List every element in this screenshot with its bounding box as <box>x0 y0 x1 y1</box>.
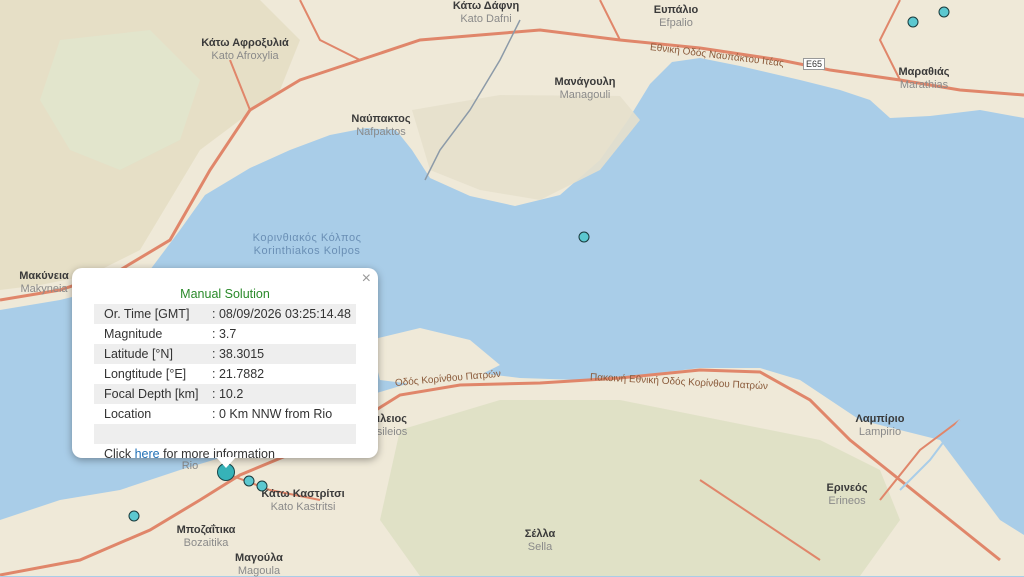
place-label-korinthiakos: Κορινθιακός Κόλπος Korinthiakos Kolpos <box>253 232 362 257</box>
earthquake-marker[interactable] <box>907 16 919 28</box>
place-name-greek: Ναύπακτος <box>351 113 411 125</box>
row-value-latitude: : 38.3015 <box>212 344 356 364</box>
place-name-greek: Μποζαΐτικα <box>176 524 236 536</box>
row-value-depth: : 10.2 <box>212 384 356 404</box>
earthquake-marker[interactable] <box>938 6 950 18</box>
place-name-greek: Κάτω Δάφνη <box>452 0 520 12</box>
table-row: Longtitude [°E] : 21.7882 <box>94 364 356 384</box>
place-name-greek: Κορινθιακός Κόλπος <box>252 232 362 244</box>
place-name-latin: Sella <box>527 540 553 553</box>
place-name-greek: Ευπάλιο <box>653 4 699 16</box>
row-key-longitude: Longtitude [°E] <box>104 366 187 381</box>
more-info-link[interactable]: here <box>135 447 160 461</box>
place-label-makyneia: Μακύνεια Makyneia <box>19 270 69 295</box>
place-label-lampirio: Λαμπίριο Lampirio <box>856 413 905 438</box>
place-name-latin: Lampirio <box>858 425 902 438</box>
footer-prefix: Click <box>104 446 135 461</box>
place-name-latin: Kato Afroxylia <box>211 49 279 62</box>
row-key-spacer <box>94 424 212 444</box>
table-row: Or. Time [GMT]: 08/09/2026 03:25:14.48 <box>94 304 356 324</box>
place-name-latin: Nafpaktos <box>356 125 406 138</box>
table-row: Focal Depth [km]: 10.2 <box>94 384 356 404</box>
earthquake-marker[interactable] <box>243 475 255 487</box>
place-name-latin: Erineos <box>828 494 866 507</box>
row-key-time: Or. Time [GMT] <box>94 304 212 324</box>
earthquake-marker[interactable] <box>578 231 590 243</box>
place-name-latin: Efpalio <box>659 16 693 29</box>
place-name-greek: Σέλλα <box>524 528 556 540</box>
place-label-vasileios-partial: ιλειος sileios <box>377 413 408 438</box>
place-label-kato-kastritsi: Κάτω Καστρίτσι Kato Kastritsi <box>261 488 344 513</box>
place-name-latin: Kato Kastritsi <box>270 500 336 513</box>
place-label-kato-dafni: Κάτω Δάφνη Kato Dafni <box>453 0 519 25</box>
place-name-latin: Bozaitika <box>183 536 229 549</box>
place-label-erineos: Ερινεός Erineos <box>827 482 868 507</box>
place-name-greek: Μανάγουλη <box>554 76 616 88</box>
row-value-longitude: : 21.7882 <box>212 366 265 381</box>
table-row: Latitude [°N]: 38.3015 <box>94 344 356 364</box>
place-label-managouli: Μανάγουλη Managouli <box>555 76 616 101</box>
place-name-latin: sileios <box>376 425 408 438</box>
earthquake-info-table: Manual Solution Or. Time [GMT]: 08/09/20… <box>94 284 356 464</box>
table-row <box>94 424 356 444</box>
table-row: Magnitude : 3.7 <box>94 324 356 344</box>
place-label-sella: Σέλλα Sella <box>525 528 555 553</box>
place-name-latin: Makyneia <box>20 282 68 295</box>
place-label-efpalio: Ευπάλιο Efpalio <box>654 4 699 29</box>
place-name-greek: Μακύνεια <box>19 270 69 282</box>
place-name-latin: Korinthiakos Kolpos <box>253 244 361 257</box>
place-label-nafpaktos: Ναύπακτος Nafpaktos <box>351 113 410 138</box>
place-label-bozaitika: Μποζαΐτικα Bozaitika <box>177 524 236 549</box>
place-label-magoula: Μαγούλα Magoula <box>235 552 283 577</box>
row-key-latitude: Latitude [°N] <box>94 344 212 364</box>
row-key-magnitude: Magnitude <box>104 326 163 341</box>
row-key-location: Location <box>104 406 152 421</box>
row-key-depth: Focal Depth [km] <box>94 384 212 404</box>
place-name-latin: Magoula <box>237 564 281 577</box>
road-label-e65: E65 <box>803 58 826 70</box>
place-name-latin: Kato Dafni <box>460 12 512 25</box>
place-name-greek: Ερινεός <box>826 482 868 494</box>
place-name-latin: Managouli <box>559 88 611 101</box>
popup-title: Manual Solution <box>180 286 270 301</box>
earthquake-marker[interactable] <box>256 480 268 492</box>
table-row: Location : 0 Km NNW from Rio <box>94 404 356 424</box>
place-name-greek: Κάτω Αφροξυλιά <box>201 37 289 49</box>
row-value-magnitude: : 3.7 <box>212 326 237 341</box>
row-value-location: : 0 Km NNW from Rio <box>212 406 333 421</box>
earthquake-info-popup: × Manual Solution Or. Time [GMT]: 08/09/… <box>72 268 378 468</box>
earthquake-marker[interactable] <box>128 510 140 522</box>
place-name-greek: Μαγούλα <box>235 552 283 564</box>
place-label-marathias: Μαραθιάς Marathias <box>899 66 950 91</box>
place-label-kato-afroxylia: Κάτω Αφροξυλιά Kato Afroxylia <box>201 37 289 62</box>
popup-pointer <box>216 457 236 468</box>
place-name-latin: Marathias <box>899 78 949 91</box>
place-name-greek: Λαμπίριο <box>855 413 905 425</box>
place-name-greek: ιλειος <box>377 413 407 425</box>
close-icon[interactable]: × <box>362 271 371 287</box>
place-name-greek: Μαραθιάς <box>898 66 950 78</box>
row-value-time: : 08/09/2026 03:25:14.48 <box>212 304 356 324</box>
place-name-greek: Κάτω Καστρίτσι <box>261 488 345 500</box>
